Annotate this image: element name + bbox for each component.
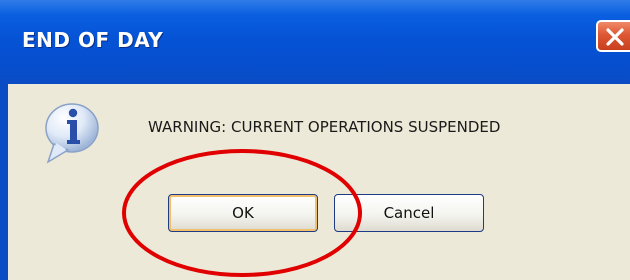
- close-icon: [606, 28, 624, 46]
- ok-button[interactable]: OK: [168, 194, 318, 232]
- dialog-window: END OF DAY WARNING: CURRENT OPERATIONS S…: [0, 0, 630, 280]
- title-bar[interactable]: END OF DAY: [0, 0, 630, 84]
- info-icon: [40, 100, 106, 170]
- warning-message: WARNING: CURRENT OPERATIONS SUSPENDED: [148, 118, 501, 136]
- cancel-button[interactable]: Cancel: [334, 194, 484, 232]
- window-frame-left: [0, 84, 8, 280]
- close-button[interactable]: [596, 20, 630, 52]
- dialog-title: END OF DAY: [22, 28, 164, 52]
